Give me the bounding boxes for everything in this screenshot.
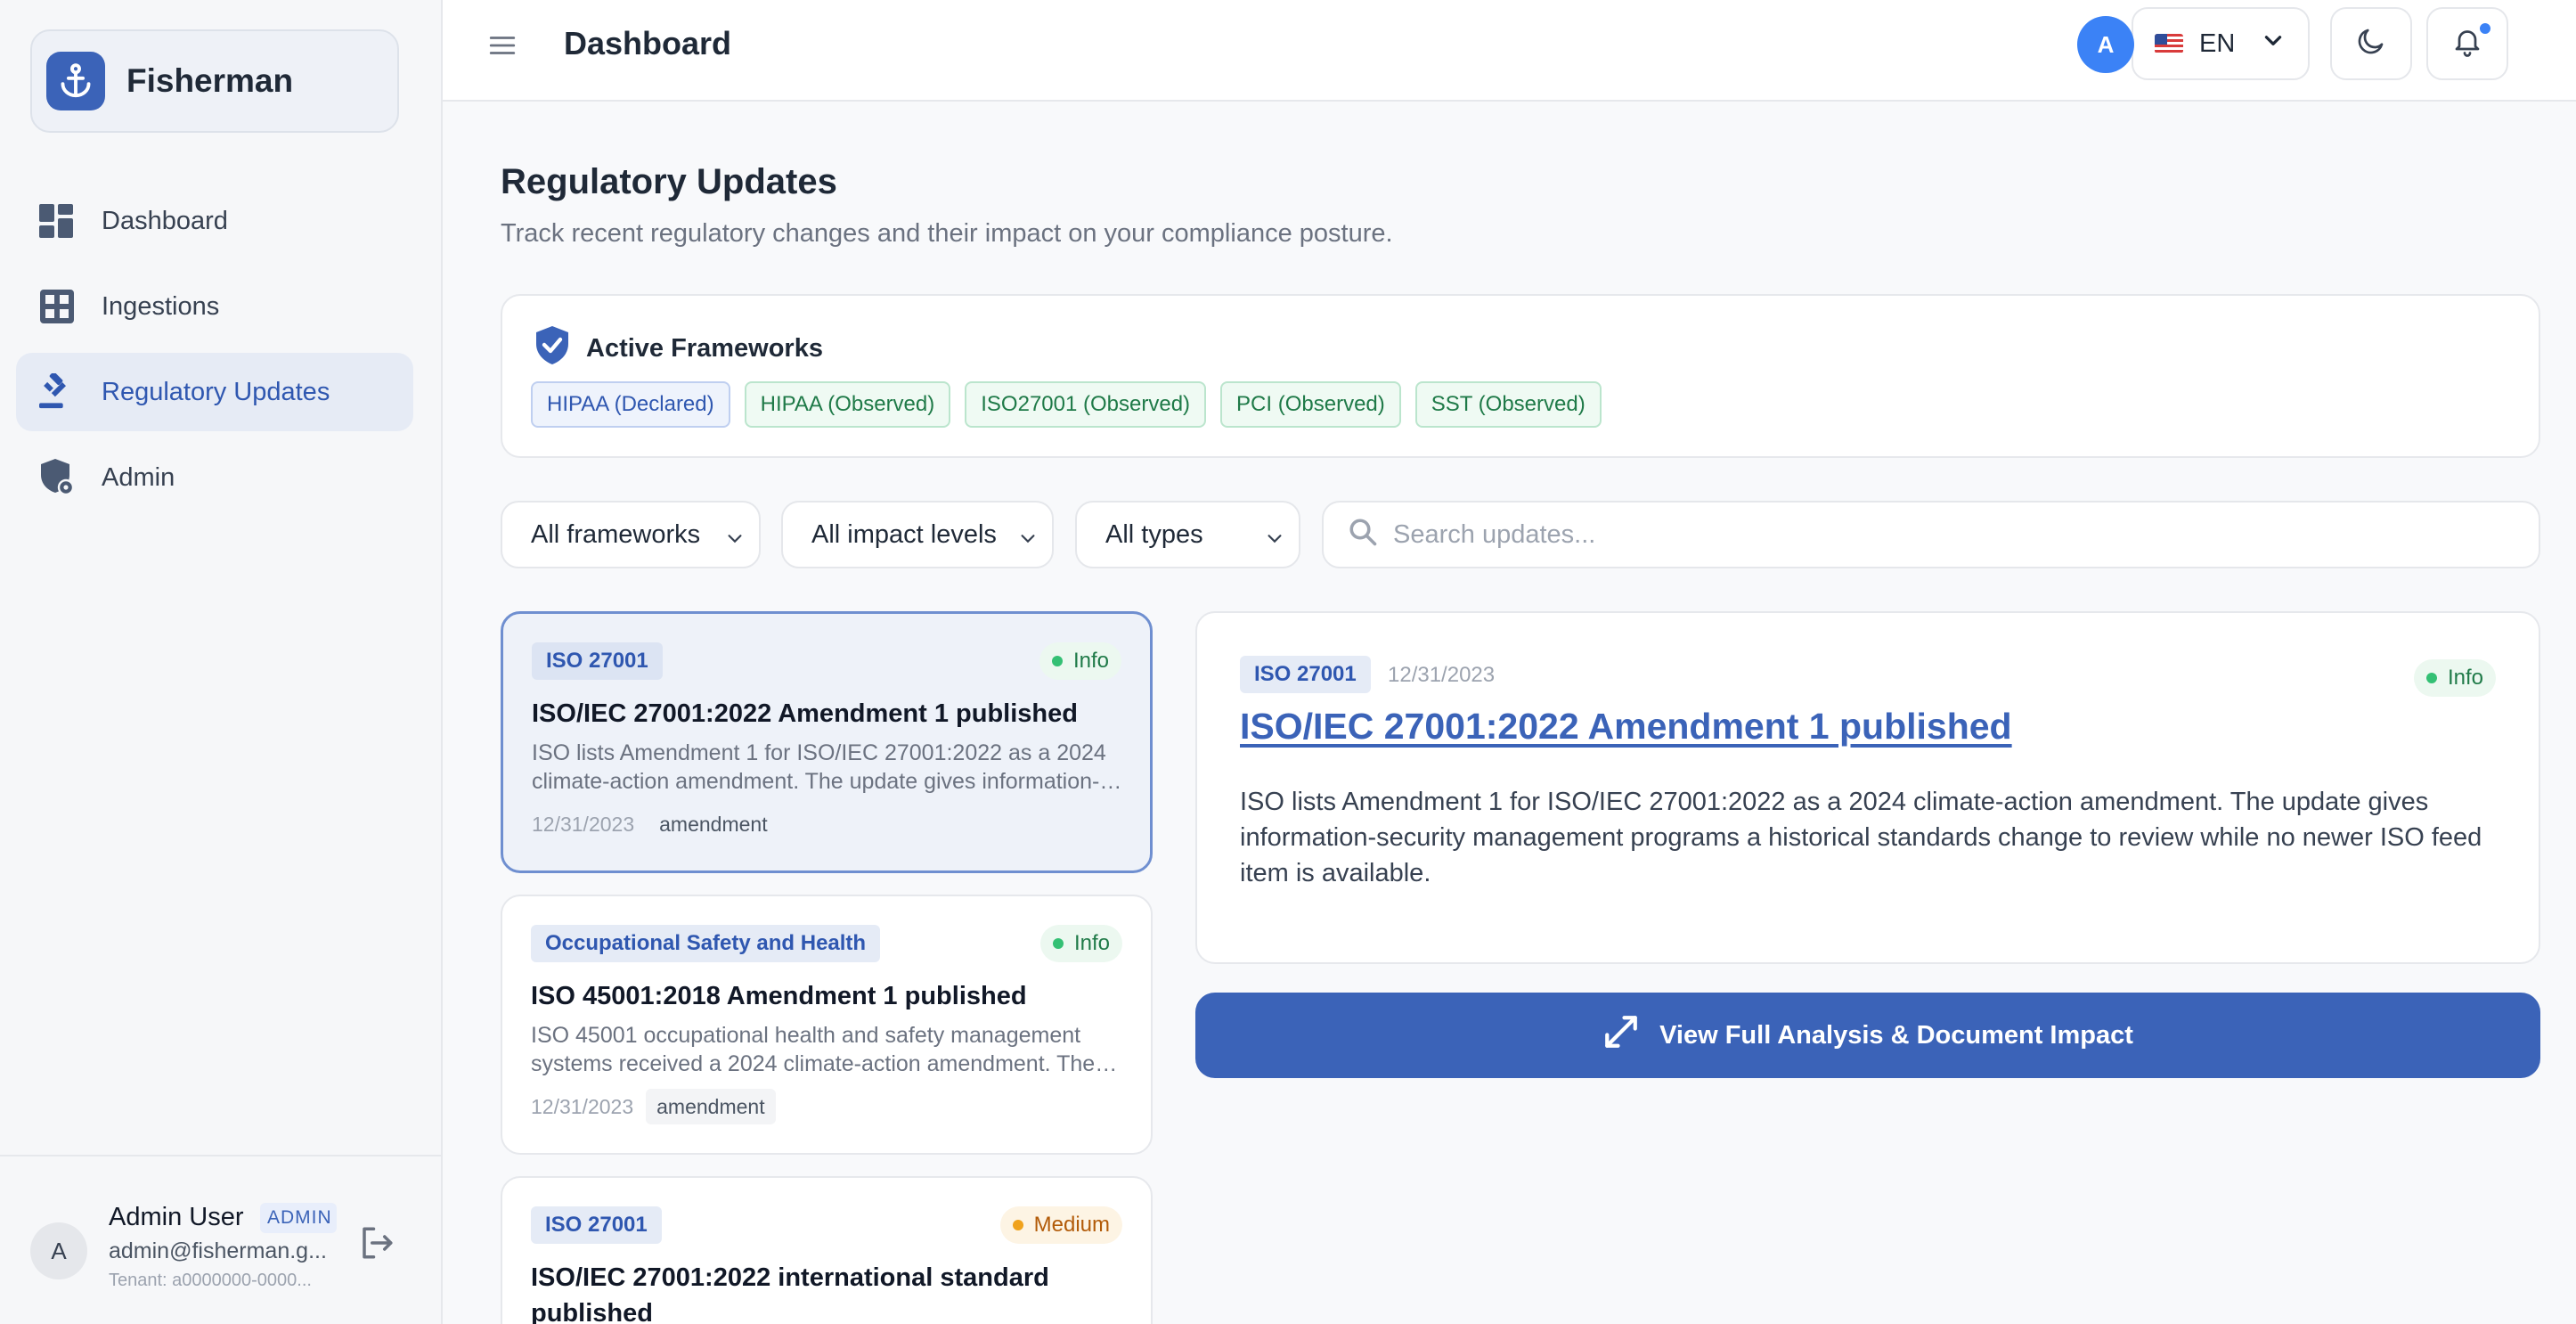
language-label: EN xyxy=(2199,29,2236,58)
status-dot xyxy=(2425,673,2437,683)
us-flag-icon xyxy=(2155,34,2183,53)
active-frameworks-title: Active Frameworks xyxy=(586,334,823,363)
shield-gear-icon xyxy=(39,459,75,496)
view-full-analysis-label: View Full Analysis & Document Impact xyxy=(1659,1020,2133,1050)
impact-filter-value: All impact levels xyxy=(811,519,997,549)
update-meta: 12/31/2023 amendment xyxy=(531,1089,776,1124)
notifications-button[interactable] xyxy=(2426,7,2508,80)
update-card[interactable]: ISO 27001 Info ISO/IEC 27001:2022 Amendm… xyxy=(501,611,1153,873)
detail-body: ISO lists Amendment 1 for ISO/IEC 27001:… xyxy=(1240,788,2482,887)
impact-label: Info xyxy=(1073,931,1110,955)
status-dot xyxy=(1051,656,1063,666)
sidebar-item-ingestions[interactable]: Ingestions xyxy=(16,267,413,346)
role-badge: ADMIN xyxy=(260,1203,337,1233)
search-icon xyxy=(1347,516,1379,554)
update-detail-panel: ISO 27001 12/31/2023 Info ISO/IEC 27001:… xyxy=(1195,611,2540,964)
theme-toggle-button[interactable] xyxy=(2330,7,2412,80)
status-dot xyxy=(1012,1220,1023,1230)
shield-check-icon xyxy=(534,326,570,372)
dashboard-icon xyxy=(39,203,75,239)
gavel-icon xyxy=(39,373,75,410)
active-frameworks-header: Active Frameworks xyxy=(534,326,823,372)
search-box xyxy=(1322,501,2540,568)
logout-icon[interactable] xyxy=(358,1224,395,1268)
sidebar-item-regulatory-updates[interactable]: Regulatory Updates xyxy=(16,353,413,431)
update-type: amendment xyxy=(659,812,768,836)
user-name: Admin User xyxy=(109,1203,244,1231)
framework-tag: SST (Observed) xyxy=(1414,381,1602,428)
impact-badge: Medium xyxy=(999,1206,1122,1244)
impact-filter-select[interactable]: All impact levels xyxy=(781,501,1054,568)
update-type: amendment xyxy=(646,1089,776,1124)
framework-filter-value: All frameworks xyxy=(531,519,701,549)
framework-filter-select[interactable]: All frameworks xyxy=(501,501,761,568)
impact-label: Info xyxy=(1072,649,1109,673)
avatar[interactable]: A xyxy=(30,1222,87,1279)
framework-tag: PCI (Observed) xyxy=(1220,381,1401,428)
sidebar-item-dashboard[interactable]: Dashboard xyxy=(16,182,413,260)
view-full-analysis-button[interactable]: View Full Analysis & Document Impact xyxy=(1195,993,2540,1078)
sidebar-item-label: Admin xyxy=(102,462,175,492)
active-frameworks-panel: Active Frameworks HIPAA (Declared) HIPAA… xyxy=(501,294,2540,458)
anchor-icon xyxy=(46,52,105,110)
brand-name: Fisherman xyxy=(126,62,294,99)
update-date: 12/31/2023 xyxy=(532,812,635,836)
search-input[interactable] xyxy=(1393,519,2462,550)
sidebar-item-label: Ingestions xyxy=(102,291,220,321)
update-description: ISO lists Amendment 1 for ISO/IEC 27001:… xyxy=(532,740,1106,794)
grid-icon xyxy=(39,289,75,324)
page-subtitle: Track recent regulatory changes and thei… xyxy=(501,219,1393,248)
sidebar: Fisherman Dashboard Ingestions Regulator… xyxy=(0,0,443,1324)
sidebar-nav: Dashboard Ingestions Regulatory Updates … xyxy=(16,182,413,524)
detail-date: 12/31/2023 xyxy=(1388,663,1496,687)
framework-tag: ISO 27001 xyxy=(532,642,663,680)
update-date: 12/31/2023 xyxy=(531,1094,634,1118)
menu-icon[interactable] xyxy=(487,30,518,61)
update-card[interactable]: Occupational Safety and Health Info ISO … xyxy=(501,895,1153,1155)
sidebar-item-label: Regulatory Updates xyxy=(102,377,330,406)
page-title: Regulatory Updates xyxy=(501,162,837,201)
impact-badge: Info xyxy=(1039,642,1121,680)
chevron-down-icon xyxy=(2262,29,2285,59)
chevron-down-icon xyxy=(1018,526,1038,555)
impact-label: Medium xyxy=(1033,1213,1110,1237)
brand[interactable]: Fisherman xyxy=(30,29,399,133)
framework-tag: ISO27001 (Observed) xyxy=(965,381,1207,428)
framework-tag: HIPAA (Observed) xyxy=(744,381,951,428)
user-card: A Admin User ADMIN admin@fisherman.g... … xyxy=(0,1155,441,1324)
avatar[interactable]: A xyxy=(2077,16,2134,73)
impact-badge: Info xyxy=(2413,659,2496,697)
sidebar-item-label: Dashboard xyxy=(102,206,228,235)
topbar-title: Dashboard xyxy=(564,25,732,61)
topbar: Dashboard EN A xyxy=(443,0,2576,102)
framework-tag: ISO 27001 xyxy=(1240,656,1371,693)
user-tenant: Tenant: a0000000-0000... xyxy=(109,1271,312,1290)
framework-tag: ISO 27001 xyxy=(531,1206,662,1244)
type-filter-select[interactable]: All types xyxy=(1075,501,1300,568)
notification-dot xyxy=(2478,21,2492,36)
update-card[interactable]: ISO 27001 Medium ISO/IEC 27001:2022 inte… xyxy=(501,1176,1153,1324)
framework-tag: HIPAA (Declared) xyxy=(531,381,730,428)
impact-badge: Info xyxy=(1039,925,1122,962)
impact-label: Info xyxy=(2447,666,2483,690)
update-title: ISO 45001:2018 Amendment 1 published xyxy=(531,982,1027,1010)
type-filter-value: All types xyxy=(1105,519,1203,549)
framework-tag: Occupational Safety and Health xyxy=(531,925,881,962)
framework-tags: HIPAA (Declared) HIPAA (Observed) ISO270… xyxy=(531,381,1602,428)
status-dot xyxy=(1052,938,1064,949)
sidebar-item-admin[interactable]: Admin xyxy=(16,438,413,517)
language-select[interactable]: EN xyxy=(2132,7,2310,80)
detail-title-link[interactable]: ISO/IEC 27001:2022 Amendment 1 published xyxy=(1240,706,2012,748)
update-title: ISO/IEC 27001:2022 Amendment 1 published xyxy=(532,699,1078,728)
moon-icon xyxy=(2355,25,2387,63)
chevron-down-icon xyxy=(1265,526,1284,555)
update-description: ISO 45001 occupational health and safety… xyxy=(531,1023,1096,1076)
user-email: admin@fisherman.g... xyxy=(109,1238,327,1263)
update-title: ISO/IEC 27001:2022 international standar… xyxy=(531,1263,1049,1324)
expand-icon xyxy=(1602,1013,1640,1058)
update-meta: 12/31/2023 amendment xyxy=(532,806,780,842)
chevron-down-icon xyxy=(725,526,745,555)
